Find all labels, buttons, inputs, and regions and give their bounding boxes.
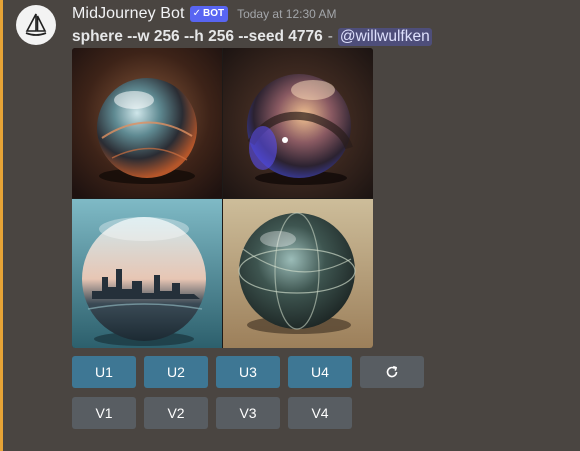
avatar[interactable]: [16, 5, 56, 45]
variation-button-row: V1 V2 V3 V4: [72, 397, 352, 429]
sphere-image-1-icon: [72, 48, 222, 198]
prompt-text: sphere --w 256 --h 256 --seed 4776: [72, 28, 323, 45]
bot-badge: ✓ BOT: [189, 6, 229, 22]
upscale-button-row: U1 U2 U3 U4: [72, 356, 424, 388]
sphere-image-3-icon: [72, 199, 222, 348]
grid-image-3[interactable]: [72, 199, 222, 348]
image-grid[interactable]: [72, 48, 373, 348]
v3-button[interactable]: V3: [216, 397, 280, 429]
u3-button[interactable]: U3: [216, 356, 280, 388]
sphere-image-4-icon: [223, 199, 373, 348]
grid-image-4[interactable]: [223, 199, 373, 348]
sphere-image-2-icon: [223, 48, 373, 198]
u2-button[interactable]: U2: [144, 356, 208, 388]
u4-button[interactable]: U4: [288, 356, 352, 388]
verified-check-icon: ✓: [192, 8, 201, 19]
sailboat-logo-icon: [25, 13, 47, 36]
user-mention[interactable]: @willwulfken: [337, 28, 432, 46]
grid-image-1[interactable]: [72, 48, 222, 198]
message-content: sphere --w 256 --h 256 --seed 4776 - @wi…: [72, 27, 432, 47]
v1-button[interactable]: V1: [72, 397, 136, 429]
bot-message: MidJourney Bot ✓ BOT Today at 12:30 AM s…: [0, 0, 580, 451]
message-header: MidJourney Bot ✓ BOT Today at 12:30 AM: [72, 4, 336, 24]
timestamp: Today at 12:30 AM: [237, 7, 337, 21]
reroll-button[interactable]: [360, 356, 424, 388]
u1-button[interactable]: U1: [72, 356, 136, 388]
v4-button[interactable]: V4: [288, 397, 352, 429]
separator: -: [327, 28, 333, 45]
v2-button[interactable]: V2: [144, 397, 208, 429]
bot-badge-label: BOT: [202, 8, 225, 19]
grid-image-2[interactable]: [223, 48, 373, 198]
refresh-icon: [386, 365, 398, 378]
username[interactable]: MidJourney Bot: [72, 5, 185, 23]
